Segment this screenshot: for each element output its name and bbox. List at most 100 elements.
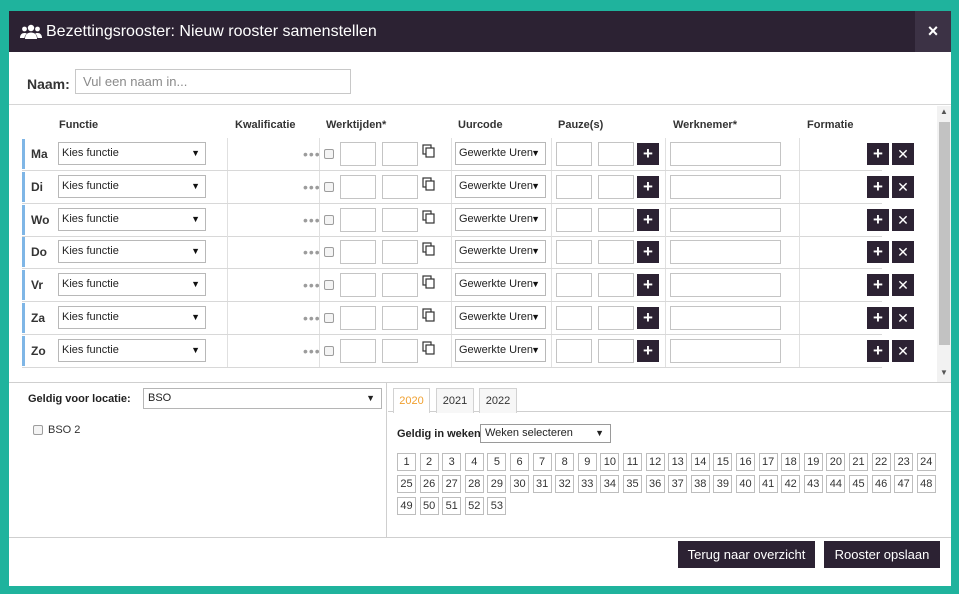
name-input[interactable]: [75, 69, 351, 94]
scroll-down-icon[interactable]: ▼: [940, 368, 948, 377]
week-number[interactable]: 40: [736, 475, 755, 493]
werktijden-checkbox[interactable]: [324, 149, 334, 159]
pause-end-input[interactable]: [598, 273, 634, 298]
add-row-button[interactable]: +: [867, 307, 889, 329]
week-number[interactable]: 38: [690, 475, 710, 493]
pause-end-input[interactable]: [598, 174, 634, 199]
pause-end-input[interactable]: [598, 207, 634, 232]
week-number[interactable]: 36: [645, 475, 665, 493]
week-number[interactable]: 29: [487, 475, 507, 493]
copy-icon[interactable]: [422, 275, 436, 289]
week-number[interactable]: 39: [713, 475, 733, 493]
location-option[interactable]: BSO 2: [33, 424, 80, 436]
werktijden-checkbox[interactable]: [324, 181, 334, 192]
pause-start-input[interactable]: [556, 174, 592, 199]
pause-start-input[interactable]: [556, 338, 592, 363]
pause-start-input[interactable]: [556, 306, 592, 330]
remove-row-button[interactable]: ✕: [892, 143, 914, 165]
week-number[interactable]: 31: [532, 475, 552, 493]
functie-select[interactable]: Kies functie ▼: [58, 174, 206, 198]
uurcode-select[interactable]: Gewerkte Uren ▼: [455, 273, 546, 297]
add-pause-button[interactable]: +: [637, 339, 659, 362]
pause-start-input[interactable]: [556, 240, 592, 265]
start-time-input[interactable]: [340, 240, 376, 265]
remove-row-button[interactable]: ✕: [892, 208, 914, 231]
week-number[interactable]: 51: [442, 497, 462, 515]
add-row-button[interactable]: +: [867, 339, 889, 362]
functie-select[interactable]: Kies functie ▼: [58, 142, 206, 165]
week-number[interactable]: 44: [826, 475, 846, 493]
week-number[interactable]: 34: [600, 475, 620, 493]
week-number[interactable]: 30: [510, 475, 529, 493]
add-row-button[interactable]: +: [867, 274, 889, 297]
week-number[interactable]: 32: [555, 475, 575, 493]
pause-start-input[interactable]: [556, 207, 592, 232]
end-time-input[interactable]: [382, 142, 418, 166]
save-button[interactable]: Rooster opslaan: [824, 541, 940, 568]
week-number[interactable]: 2: [419, 453, 439, 471]
remove-row-button[interactable]: ✕: [892, 307, 914, 329]
werknemer-input[interactable]: [670, 174, 781, 199]
copy-icon[interactable]: [422, 144, 436, 158]
week-number[interactable]: 17: [758, 453, 778, 471]
copy-icon[interactable]: [422, 209, 436, 224]
uurcode-select[interactable]: Gewerkte Uren ▼: [455, 306, 546, 329]
week-number[interactable]: 20: [826, 453, 846, 471]
week-number[interactable]: 21: [849, 453, 868, 471]
week-number[interactable]: 45: [849, 475, 868, 493]
pause-end-input[interactable]: [598, 306, 634, 330]
end-time-input[interactable]: [382, 338, 418, 363]
pause-start-input[interactable]: [556, 142, 592, 166]
add-row-button[interactable]: +: [867, 143, 889, 165]
uurcode-select[interactable]: Gewerkte Uren ▼: [455, 174, 546, 198]
add-pause-button[interactable]: +: [637, 143, 659, 165]
week-number[interactable]: 18: [781, 453, 801, 471]
functie-select[interactable]: Kies functie ▼: [58, 207, 206, 231]
week-number[interactable]: 4: [464, 453, 484, 471]
add-row-button[interactable]: +: [867, 175, 889, 198]
functie-select[interactable]: Kies functie ▼: [58, 306, 206, 329]
werktijden-checkbox[interactable]: [324, 214, 334, 225]
location-select[interactable]: BSO ▼: [143, 388, 382, 409]
add-pause-button[interactable]: +: [637, 175, 659, 198]
start-time-input[interactable]: [340, 338, 376, 363]
copy-icon[interactable]: [422, 308, 436, 322]
remove-row-button[interactable]: ✕: [892, 175, 914, 198]
start-time-input[interactable]: [340, 207, 376, 232]
uurcode-select[interactable]: Gewerkte Uren ▼: [455, 142, 546, 165]
week-number[interactable]: 43: [803, 475, 823, 493]
week-number[interactable]: 35: [623, 475, 642, 493]
werknemer-input[interactable]: [670, 240, 781, 265]
week-number[interactable]: 33: [577, 475, 597, 493]
uurcode-select[interactable]: Gewerkte Uren ▼: [455, 240, 546, 264]
end-time-input[interactable]: [382, 174, 418, 199]
end-time-input[interactable]: [382, 240, 418, 265]
start-time-input[interactable]: [340, 273, 376, 298]
grid-scrollbar[interactable]: ▲ ▼: [937, 106, 951, 382]
uurcode-select[interactable]: Gewerkte Uren ▼: [455, 207, 546, 231]
week-number[interactable]: 37: [668, 475, 688, 493]
week-number[interactable]: 19: [803, 453, 823, 471]
week-number[interactable]: 26: [419, 475, 439, 493]
werktijden-checkbox[interactable]: [324, 247, 334, 258]
tab-2021[interactable]: 2021: [436, 388, 474, 413]
werktijden-checkbox[interactable]: [324, 345, 334, 356]
add-pause-button[interactable]: +: [637, 241, 659, 264]
pause-start-input[interactable]: [556, 273, 592, 298]
tab-2022[interactable]: 2022: [479, 388, 517, 413]
weeks-select[interactable]: Weken selecteren ▼: [480, 424, 611, 443]
copy-icon[interactable]: [422, 242, 436, 256]
scroll-up-icon[interactable]: ▲: [940, 107, 948, 116]
werknemer-input[interactable]: [670, 338, 781, 363]
end-time-input[interactable]: [382, 273, 418, 298]
remove-row-button[interactable]: ✕: [892, 339, 914, 362]
werktijden-checkbox[interactable]: [324, 313, 334, 323]
tab-2020[interactable]: 2020: [393, 388, 430, 413]
end-time-input[interactable]: [382, 207, 418, 232]
week-number[interactable]: 5: [487, 453, 507, 471]
week-number[interactable]: 22: [871, 453, 891, 471]
week-number[interactable]: 24: [916, 453, 936, 471]
pause-end-input[interactable]: [598, 142, 634, 166]
week-number[interactable]: 16: [736, 453, 755, 471]
week-number[interactable]: 53: [487, 497, 507, 515]
